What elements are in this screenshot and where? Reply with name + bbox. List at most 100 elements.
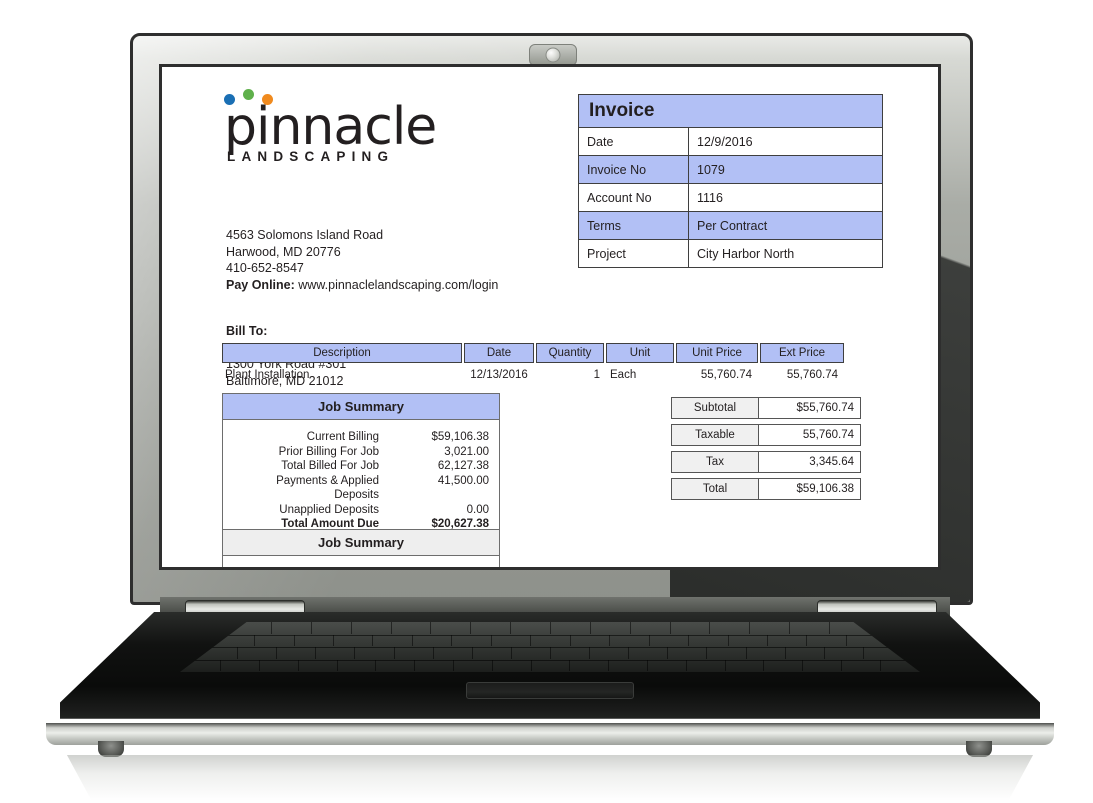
keyboard-key-divider [879,659,881,671]
keyboard-key-divider [724,659,726,671]
keyboard-key-divider [685,659,687,671]
logo-dots-icon [224,89,339,105]
column-header-unit-price: Unit Price [676,343,758,363]
job-summary-row-current-billing: Current Billing $59,106.38 [233,430,489,445]
laptop-device: pinnacle LANDSCAPING 4563 Solomons Islan… [0,0,1093,803]
column-header-unit: Unit [606,343,674,363]
cell-unit-price: 55,760.74 [700,369,752,381]
keyboard-key-divider [530,634,532,646]
keyboard-key-divider [470,622,472,634]
keyboard-key-divider [806,634,808,646]
job-summary-label-unapplied-deposits: Unapplied Deposits [279,503,379,516]
logo-dot-blue-icon [224,94,235,105]
keyboard-key-divider [293,634,295,646]
job-summary-secondary-title: Job Summary [223,530,499,556]
keyboard-key-divider [628,647,630,659]
keyboard-key-divider [237,647,239,659]
keyboard-key-divider [354,647,356,659]
keyboard-key-divider [550,647,551,659]
keyboard-key-divider [749,622,751,634]
keyboard-key-divider [609,634,611,646]
job-summary-value-total-billed: 62,127.38 [437,460,489,472]
keyboard-key-divider [688,634,690,646]
pay-online-url[interactable]: www.pinnaclelandscaping.com/login [295,278,498,292]
invoice-meta-row-account-no: Account No 1116 [578,183,883,212]
logo-dot-orange-icon [262,94,273,105]
bill-to-heading: Bill To: [226,324,268,338]
company-logo: pinnacle LANDSCAPING [224,89,437,164]
keyboard-key-divider [254,634,256,646]
keyboard-key-divider [709,622,711,634]
column-header-description: Description [222,343,462,363]
cell-quantity: 1 [593,369,600,381]
keyboard-key-divider [510,647,512,659]
invoice-meta-row-invoice-no: Invoice No 1079 [578,155,883,184]
keyboard-key-divider [667,647,669,659]
totals-label-tax: Tax [671,451,759,473]
laptop-base [60,612,1040,728]
keyboard-key-divider [823,647,825,659]
invoice-meta-value-account-no: 1116 [688,183,883,212]
invoice-document: pinnacle LANDSCAPING 4563 Solomons Islan… [162,67,938,567]
totals-row-total: Total $59,106.38 [671,478,861,500]
invoice-meta-value-date: 12/9/2016 [688,127,883,156]
job-summary-row-prior-billing: Prior Billing For Job 3,021.00 [233,445,489,460]
line-items-table: Description Date Quantity Unit Unit Pric… [222,343,862,381]
laptop-base-front-edge [46,723,1054,745]
company-address-line1: 4563 Solomons Island Road [226,228,384,242]
invoice-meta-key-terms: Terms [578,211,689,240]
webcam-icon [529,44,577,66]
keyboard-key-divider [767,634,768,646]
job-summary-row-payments: Payments & Applied Deposits 41,500.00 [233,474,489,503]
keyboard-key-divider [784,647,786,659]
keyboard-key-divider [706,647,708,659]
keyboard-key-divider [510,622,512,634]
logo-dot-green-icon [243,89,254,100]
totals-label-taxable: Taxable [671,424,759,446]
job-summary-label-original-contract: Original Contract [233,566,401,567]
keyboard-key-divider [763,659,765,671]
laptop-keyboard[interactable] [180,622,920,672]
keyboard-key-divider [452,659,454,671]
invoice-meta-key-date: Date [578,127,689,156]
invoice-meta-key-invoice-no: Invoice No [578,155,689,184]
job-summary-box-primary: Job Summary Current Billing $59,106.38 P… [222,393,500,541]
job-summary-value-current-billing: $59,106.38 [431,431,489,443]
job-summary-box-secondary: Job Summary Original Contract $70,951.39 [222,529,500,567]
keyboard-key-divider [569,634,571,646]
job-summary-row-unapplied-deposits: Unapplied Deposits 0.00 [233,503,489,518]
keyboard-key-divider [471,647,473,659]
company-phone: 410-652-8547 [226,261,304,275]
job-summary-value-payments: 41,500.00 [437,474,489,487]
keyboard-key-divider [608,659,610,671]
column-header-date: Date [464,343,534,363]
cell-description: Plant Installation [225,369,310,381]
invoice-meta-value-terms: Per Contract [688,211,883,240]
job-summary-row-original-contract: Original Contract $70,951.39 [233,566,489,567]
job-summary-row-total-billed: Total Billed For Job 62,127.38 [233,459,489,474]
line-items-header-row: Description Date Quantity Unit Unit Pric… [222,343,862,363]
laptop-reflection [66,755,1034,801]
keyboard-key-divider [862,647,864,659]
totals-label-total: Total [671,478,759,500]
totals-row-tax: Tax 3,345.64 [671,451,861,473]
job-summary-label-total-billed: Total Billed For Job [281,460,379,472]
keyboard-key-divider [845,634,847,646]
company-address: 4563 Solomons Island Road Harwood, MD 20… [226,227,498,293]
keyboard-key-divider [271,622,273,634]
job-summary-value-original-contract: $70,951.39 [401,566,489,567]
laptop-foot-right [966,741,992,757]
invoice-title: Invoice [578,94,883,128]
keyboard-key-divider [828,622,830,634]
job-summary-value-prior-billing: 3,021.00 [444,445,489,458]
webcam-lens-icon [545,47,561,63]
keyboard-row-divider [180,634,920,636]
keyboard-key-divider [315,647,317,659]
keyboard-row-divider [180,659,920,661]
totals-value-subtotal: $55,760.74 [759,397,861,419]
column-header-ext-price: Ext Price [760,343,844,363]
laptop-trackpad[interactable] [466,682,634,699]
keyboard-key-divider [276,647,278,659]
keyboard-key-divider [550,622,551,634]
keyboard-key-divider [350,622,352,634]
